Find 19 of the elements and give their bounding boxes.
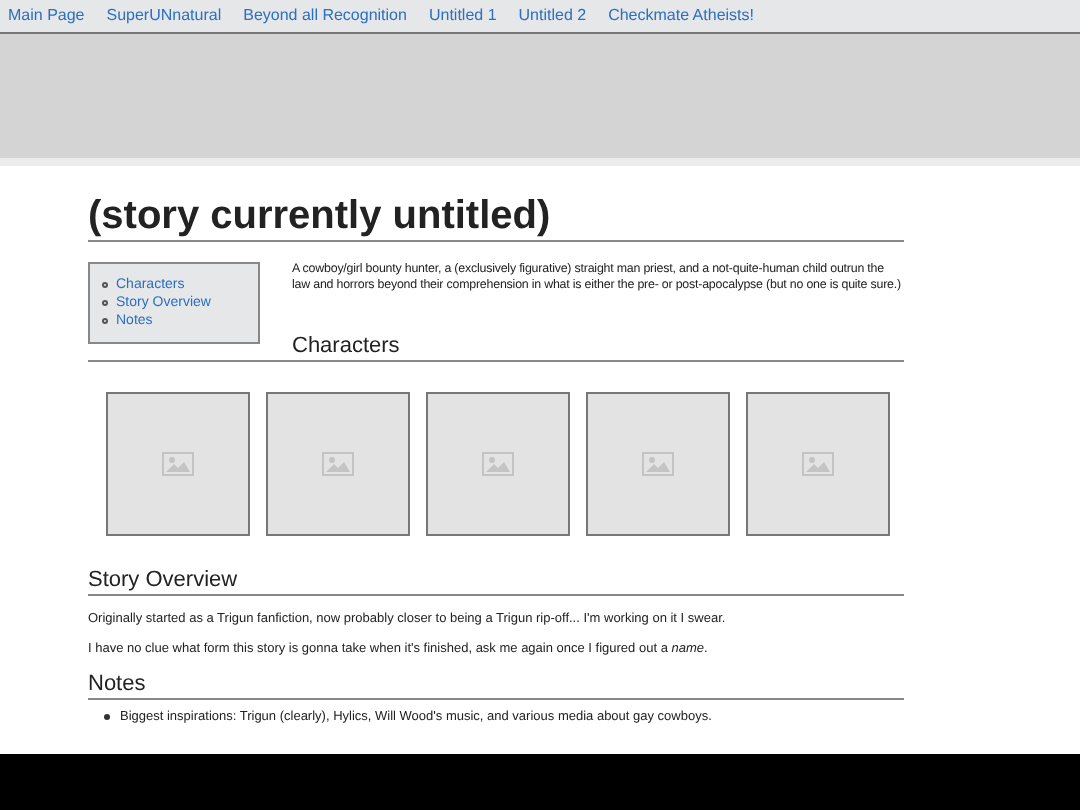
nav-link[interactable]: Checkmate Atheists! <box>608 4 754 28</box>
bullet-icon <box>102 300 108 306</box>
image-icon <box>322 452 354 476</box>
image-icon <box>482 452 514 476</box>
section-heading: Characters <box>292 334 402 358</box>
bullet-icon <box>102 318 108 324</box>
section-heading: Notes <box>88 672 904 700</box>
page-title: (story currently untitled) <box>88 194 904 242</box>
image-icon <box>802 452 834 476</box>
bullet-icon <box>102 282 108 288</box>
section-heading: Story Overview <box>88 568 904 596</box>
nav-link[interactable]: Beyond all Recognition <box>243 4 407 28</box>
nav-link[interactable]: Untitled 1 <box>428 4 497 28</box>
nav-link[interactable]: Main Page <box>8 4 85 28</box>
image-icon <box>162 452 194 476</box>
image-icon <box>642 452 674 476</box>
nav-link[interactable]: SuperUNnatural <box>106 4 222 28</box>
nav-link[interactable]: Untitled 2 <box>518 4 587 28</box>
bullet-icon <box>104 714 110 720</box>
